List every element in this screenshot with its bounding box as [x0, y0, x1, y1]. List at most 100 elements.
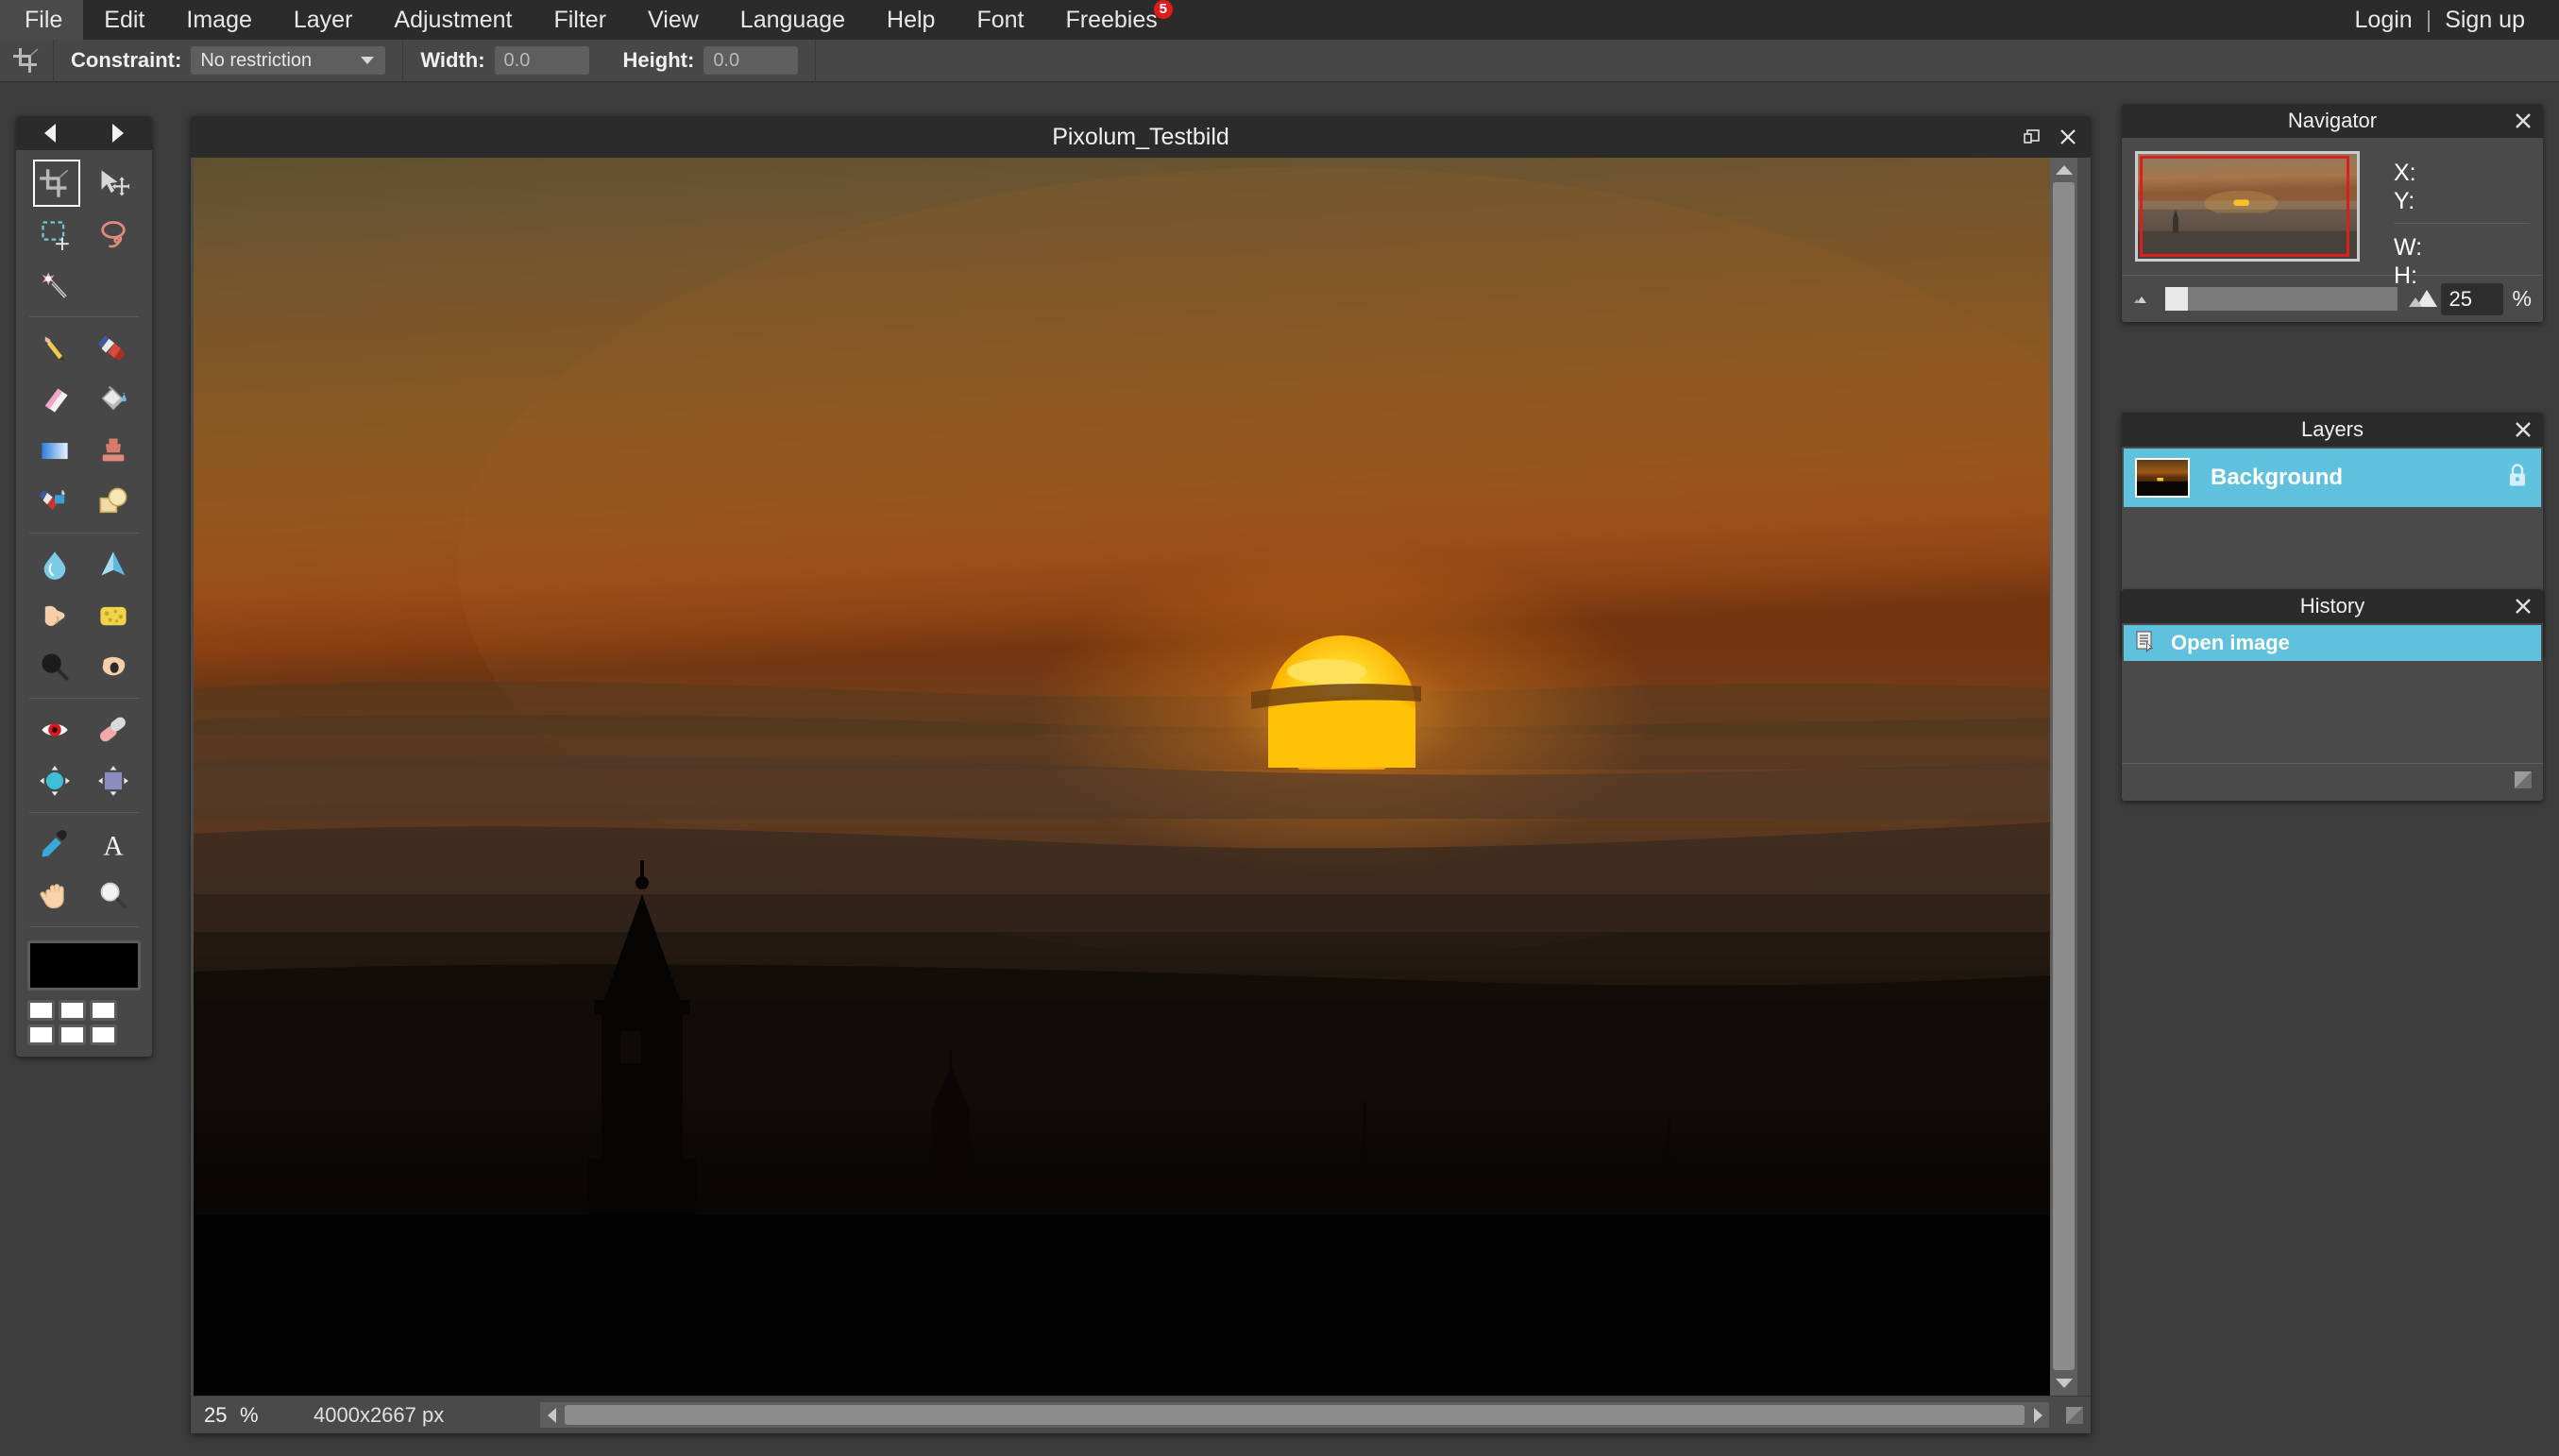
window-buttons: [2023, 116, 2077, 158]
menu-item-file[interactable]: File: [0, 0, 84, 40]
login-link[interactable]: Login: [2342, 7, 2426, 34]
color-swatch[interactable]: [59, 1000, 86, 1021]
menu-item-freebies[interactable]: Freebies 5: [1044, 0, 1178, 40]
canvas-horizontal-scrollbar[interactable]: [540, 1402, 2049, 1428]
menu-item-view[interactable]: View: [627, 0, 720, 40]
constraint-group: Constraint: No restriction: [54, 40, 402, 82]
tool-options-bar: Constraint: No restriction Width: Height…: [0, 39, 2559, 82]
navigator-x-label: X:: [2394, 160, 2416, 186]
menu-item-label: Font: [976, 7, 1025, 33]
close-icon[interactable]: [2515, 112, 2532, 129]
sponge-tool[interactable]: [84, 590, 143, 641]
history-panel: History Open image: [2122, 589, 2543, 801]
pencil-tool[interactable]: [25, 323, 84, 374]
close-icon[interactable]: [2059, 127, 2077, 146]
scroll-left-icon[interactable]: [540, 1402, 563, 1428]
color-swatch[interactable]: [90, 1000, 117, 1021]
brush-tool[interactable]: [84, 323, 143, 374]
vertical-scroll-thumb[interactable]: [2053, 182, 2075, 1370]
history-item[interactable]: Open image: [2124, 625, 2541, 661]
small-mountain-icon[interactable]: [2133, 288, 2156, 310]
close-icon[interactable]: [2515, 421, 2532, 438]
canvas-vertical-scrollbar[interactable]: [2050, 158, 2077, 1396]
color-replace-tool[interactable]: [25, 476, 84, 527]
menu-item-label: Language: [739, 7, 846, 33]
scroll-right-icon[interactable]: [2026, 1402, 2049, 1428]
zoom-tool[interactable]: [84, 870, 143, 921]
height-label: Height:: [622, 48, 695, 72]
drawing-tool[interactable]: [84, 476, 143, 527]
crop-width-input[interactable]: [494, 46, 589, 75]
color-swatches: [25, 998, 143, 1047]
menu-item-label: Filter: [553, 7, 607, 33]
navigator-thumbnail[interactable]: [2135, 151, 2360, 262]
foreground-color-swatch[interactable]: [27, 940, 141, 990]
eraser-tool[interactable]: [25, 374, 84, 425]
constraint-label: Constraint:: [71, 48, 182, 72]
menu-item-font[interactable]: Font: [956, 0, 1044, 40]
scroll-up-icon[interactable]: [2050, 158, 2077, 182]
paint-bucket-tool[interactable]: [84, 374, 143, 425]
marquee-select-tool[interactable]: [25, 209, 84, 260]
type-tool[interactable]: A: [84, 819, 143, 870]
navigator-header: Navigator: [2122, 104, 2543, 138]
layer-row[interactable]: Background: [2124, 449, 2541, 507]
large-mountain-icon[interactable]: [2407, 284, 2441, 313]
arrow-left-icon[interactable]: [31, 116, 69, 150]
crop-height-input[interactable]: [703, 46, 799, 75]
tool-grid: A: [16, 150, 152, 933]
crop-tool[interactable]: [25, 158, 84, 209]
menu-item-language[interactable]: Language: [720, 0, 866, 40]
arrow-right-icon[interactable]: [99, 116, 137, 150]
menu-item-adjustment[interactable]: Adjustment: [373, 0, 533, 40]
spot-heal-tool[interactable]: [84, 704, 143, 755]
color-picker-tool[interactable]: [25, 819, 84, 870]
bloat-tool[interactable]: [25, 755, 84, 806]
color-swatch[interactable]: [27, 1000, 55, 1021]
color-swatch[interactable]: [59, 1024, 86, 1045]
signup-link[interactable]: Sign up: [2432, 7, 2538, 34]
tool-divider: [29, 316, 139, 317]
pinch-tool[interactable]: [84, 755, 143, 806]
layers-title: Layers: [2300, 417, 2364, 441]
gradient-tool[interactable]: [25, 425, 84, 476]
restore-window-icon[interactable]: [2023, 127, 2042, 146]
navigator-coordinates: X: Y: W: H:: [2360, 151, 2530, 289]
zoom-input[interactable]: [2440, 282, 2503, 315]
wand-select-tool[interactable]: [25, 260, 84, 311]
open-image-icon: [2135, 630, 2158, 657]
hand-tool[interactable]: [25, 870, 84, 921]
menu-item-filter[interactable]: Filter: [533, 0, 627, 40]
close-icon[interactable]: [2515, 598, 2532, 615]
sharpen-tool[interactable]: [84, 539, 143, 590]
zoom-slider[interactable]: [2165, 287, 2398, 311]
status-zoom-value[interactable]: 25: [191, 1403, 240, 1428]
resize-grip-icon[interactable]: [2513, 770, 2534, 795]
constraint-select[interactable]: No restriction: [191, 46, 386, 75]
zoom-slider-thumb[interactable]: [2165, 287, 2188, 311]
color-swatch[interactable]: [90, 1024, 117, 1045]
layer-thumbnail: [2135, 458, 2190, 498]
menu-item-layer[interactable]: Layer: [273, 0, 374, 40]
menu-item-label: Adjustment: [394, 7, 513, 33]
lock-icon[interactable]: [2507, 464, 2528, 493]
dodge-tool[interactable]: [25, 641, 84, 692]
clone-stamp-tool[interactable]: [84, 425, 143, 476]
menu-item-edit[interactable]: Edit: [83, 0, 165, 40]
color-swatch[interactable]: [27, 1024, 55, 1045]
resize-grip-icon[interactable]: [2059, 1397, 2091, 1434]
lasso-tool[interactable]: [84, 209, 143, 260]
photo-canvas[interactable]: [194, 158, 2050, 1396]
blur-tool[interactable]: [25, 539, 84, 590]
burn-tool[interactable]: [84, 641, 143, 692]
history-header: History: [2122, 589, 2543, 623]
width-group: Width:: [403, 40, 605, 82]
horizontal-scroll-thumb[interactable]: [565, 1405, 2025, 1425]
move-tool[interactable]: [84, 158, 143, 209]
menu-item-help[interactable]: Help: [866, 0, 956, 40]
menu-item-image[interactable]: Image: [165, 0, 272, 40]
scroll-down-icon[interactable]: [2050, 1371, 2077, 1396]
menu-item-label: Image: [186, 7, 252, 33]
smudge-tool[interactable]: [25, 590, 84, 641]
red-eye-tool[interactable]: [25, 704, 84, 755]
